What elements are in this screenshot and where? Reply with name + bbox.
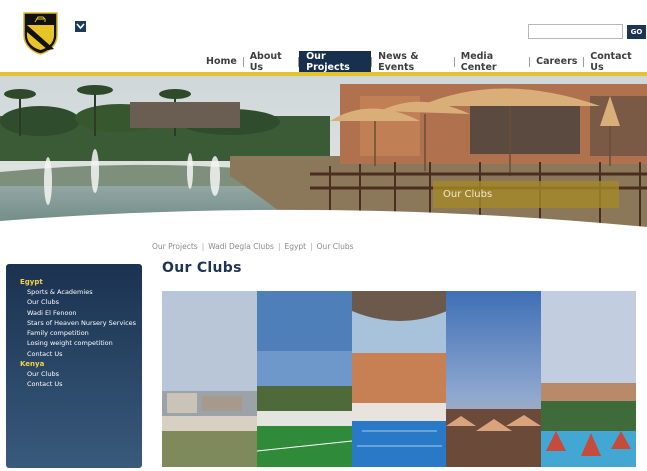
sidebar-item-stars-of-heaven[interactable]: Stars of Heaven Nursery Services xyxy=(20,318,142,328)
sidebar-item-family-competition[interactable]: Family competition xyxy=(20,328,142,338)
breadcrumb-separator: | xyxy=(201,242,205,251)
page: GO Home About Us Our Projects News & Eve… xyxy=(0,0,647,471)
sidebar-item-losing-weight[interactable]: Losing weight competition xyxy=(20,338,142,348)
club-photo-5[interactable] xyxy=(541,291,636,467)
page-title: Our Clubs xyxy=(162,260,242,276)
nav-news-events[interactable]: News & Events xyxy=(372,51,454,73)
main-nav: Home About Us Our Projects News & Events… xyxy=(200,51,647,73)
sidebar-item-our-clubs-kenya[interactable]: Our Clubs xyxy=(20,369,142,379)
language-dropdown[interactable] xyxy=(75,21,86,32)
search-input[interactable] xyxy=(528,24,623,39)
sidebar: Egypt Sports & Academies Our Clubs Wadi … xyxy=(6,264,142,468)
breadcrumb-our-clubs: Our Clubs xyxy=(316,242,354,251)
breadcrumb-separator: | xyxy=(310,242,313,251)
breadcrumb-wadi-degla-clubs[interactable]: Wadi Degla Clubs xyxy=(208,242,274,251)
sidebar-group-kenya[interactable]: Kenya xyxy=(20,359,142,369)
nav-about-us[interactable]: About Us xyxy=(244,51,299,73)
nav-media-center[interactable]: Media Center xyxy=(455,51,530,73)
breadcrumb: Our Projects | Wadi Degla Clubs | Egypt … xyxy=(152,242,354,251)
breadcrumb-egypt[interactable]: Egypt xyxy=(284,242,306,251)
nav-our-projects[interactable]: Our Projects xyxy=(299,51,372,73)
club-crest-icon[interactable] xyxy=(22,11,59,55)
sidebar-group-egypt[interactable]: Egypt xyxy=(20,277,142,287)
nav-careers[interactable]: Careers xyxy=(530,51,583,72)
club-photo-1[interactable] xyxy=(162,291,257,467)
nav-home[interactable]: Home xyxy=(200,51,243,72)
club-photo-4[interactable] xyxy=(446,291,542,467)
hero-banner: Our Clubs xyxy=(0,76,647,227)
club-photo-2[interactable] xyxy=(256,291,352,467)
sidebar-item-our-clubs[interactable]: Our Clubs xyxy=(20,297,142,307)
nav-contact-us[interactable]: Contact Us xyxy=(584,51,647,73)
sidebar-item-contact-us-egypt[interactable]: Contact Us xyxy=(20,349,142,359)
club-photo-gallery xyxy=(162,291,636,467)
sidebar-item-sports-academies[interactable]: Sports & Academies xyxy=(20,287,142,297)
club-photo-3[interactable] xyxy=(351,291,447,467)
go-button[interactable]: GO xyxy=(627,25,646,39)
banner-caption: Our Clubs xyxy=(433,181,619,208)
sidebar-item-contact-us-kenya[interactable]: Contact Us xyxy=(20,379,142,389)
breadcrumb-our-projects[interactable]: Our Projects xyxy=(152,242,198,251)
sidebar-item-wadi-el-fenoon[interactable]: Wadi El Fenoon xyxy=(20,308,142,318)
breadcrumb-separator: | xyxy=(277,242,281,251)
chevron-down-icon xyxy=(76,23,85,30)
